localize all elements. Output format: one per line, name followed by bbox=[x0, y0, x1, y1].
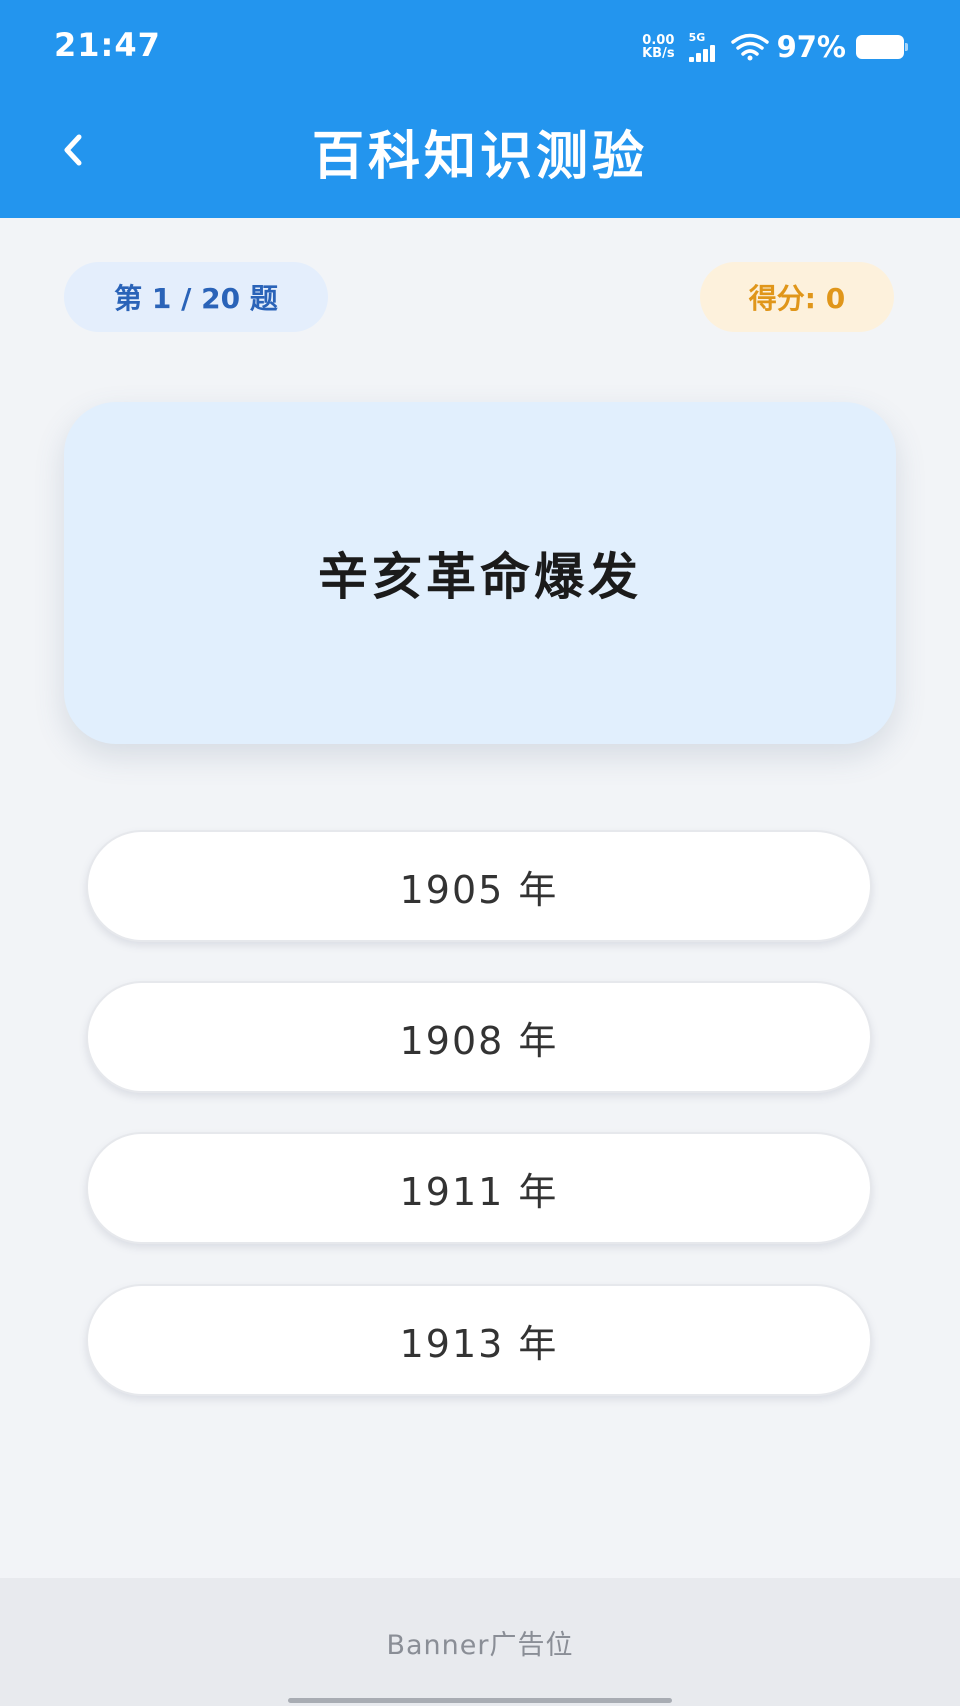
option-button-3[interactable]: 1911 年 bbox=[86, 1132, 872, 1244]
battery-icon bbox=[856, 35, 908, 59]
network-type-label: 5G bbox=[688, 31, 706, 44]
question-text: 辛亥革命爆发 bbox=[318, 548, 642, 606]
option-button-4[interactable]: 1913 年 bbox=[86, 1284, 872, 1396]
question-card: 辛亥革命爆发 bbox=[64, 402, 896, 744]
option-button-2[interactable]: 1908 年 bbox=[86, 981, 872, 1093]
banner-ad[interactable]: Banner广告位 bbox=[0, 1578, 960, 1706]
score-badge: 得分: 0 bbox=[700, 262, 894, 332]
option-button-1[interactable]: 1905 年 bbox=[86, 830, 872, 942]
app-bar: 21:47 0.00 KB/s 5G 97% 百科知识测验 bbox=[0, 0, 960, 218]
net-speed-indicator: 0.00 KB/s bbox=[642, 34, 674, 60]
question-progress-badge: 第 1 / 20 题 bbox=[64, 262, 328, 332]
wifi-icon bbox=[730, 33, 769, 61]
status-bar: 21:47 0.00 KB/s 5G 97% bbox=[0, 0, 960, 90]
cellular-signal-icon: 5G bbox=[688, 31, 717, 62]
page-title: 百科知识测验 bbox=[311, 127, 648, 187]
banner-ad-label: Banner广告位 bbox=[386, 1629, 574, 1661]
status-icons: 0.00 KB/s 5G 97% bbox=[642, 30, 908, 64]
home-indicator[interactable] bbox=[288, 1698, 672, 1703]
net-speed-unit: KB/s bbox=[642, 46, 675, 61]
status-time: 21:47 bbox=[54, 26, 161, 64]
battery-percent: 97% bbox=[776, 30, 846, 64]
